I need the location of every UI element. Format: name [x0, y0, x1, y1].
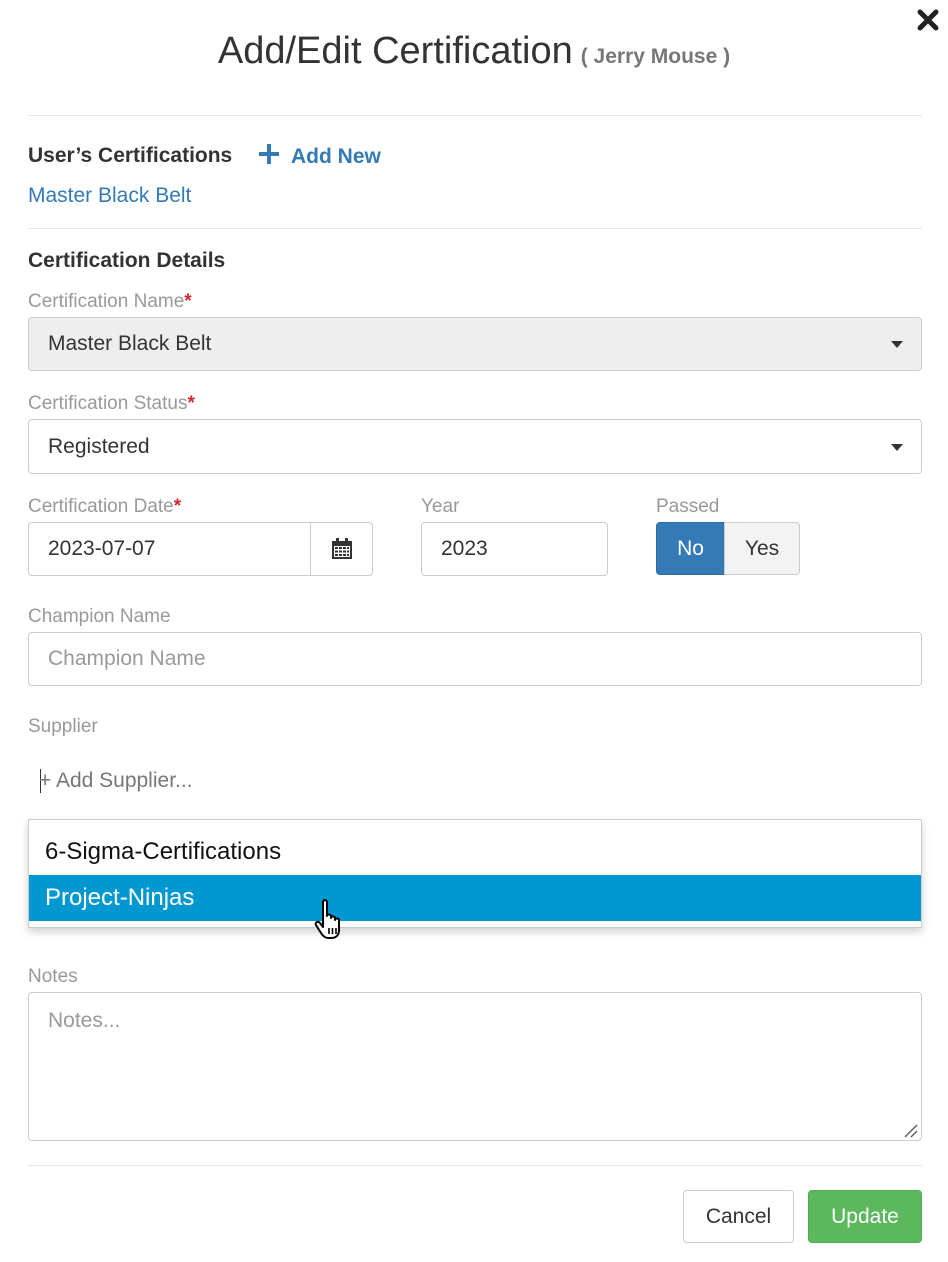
certification-details-heading: Certification Details: [28, 249, 226, 272]
hand-pointer-icon: [314, 898, 350, 942]
champion-name-input[interactable]: Champion Name: [28, 632, 922, 686]
certification-status-select[interactable]: Registered: [28, 419, 922, 474]
certification-name-value: Master Black Belt: [48, 332, 212, 355]
certification-status-label-text: Certification Status: [28, 393, 188, 414]
certification-link[interactable]: Master Black Belt: [28, 184, 191, 208]
caret-down-icon: [891, 443, 903, 451]
certification-date-label: Certification Date*: [28, 496, 181, 518]
certification-status-value: Registered: [48, 434, 150, 458]
required-marker: *: [184, 291, 192, 312]
certification-date-value: 2023-07-07: [48, 537, 156, 560]
caret-down-icon: [891, 341, 903, 348]
modal-title: Add/Edit Certification ( Jerry Mouse ): [0, 30, 948, 73]
users-certifications-heading: User’s Certifications: [28, 144, 233, 167]
modal-title-text: Add/Edit Certification: [217, 30, 573, 72]
plus-icon: [259, 144, 279, 164]
year-label: Year: [421, 496, 460, 517]
add-new-button[interactable]: Add New: [259, 144, 381, 169]
calendar-icon: [331, 538, 352, 559]
certification-name-label: Certification Name*: [28, 291, 192, 313]
calendar-button[interactable]: [310, 522, 373, 576]
divider: [28, 1165, 922, 1166]
modal-subtitle: ( Jerry Mouse ): [580, 45, 731, 68]
supplier-input[interactable]: + Add Supplier...: [39, 766, 193, 796]
required-marker: *: [173, 496, 182, 517]
divider: [28, 228, 922, 229]
champion-name-label: Champion Name: [28, 606, 171, 627]
passed-no-button[interactable]: No: [656, 522, 725, 575]
add-new-label: Add New: [291, 145, 381, 168]
passed-yes-button[interactable]: Yes: [724, 522, 800, 575]
notes-placeholder: Notes...: [48, 1009, 121, 1032]
notes-label: Notes: [28, 966, 78, 987]
required-marker: *: [187, 393, 195, 414]
supplier-dropdown: 6-Sigma-Certifications Project-Ninjas: [28, 819, 922, 928]
passed-label: Passed: [656, 496, 720, 517]
divider: [28, 115, 922, 116]
resize-handle-icon[interactable]: [902, 1122, 918, 1138]
certification-name-label-text: Certification Name: [28, 291, 185, 312]
supplier-option[interactable]: 6-Sigma-Certifications: [29, 829, 921, 875]
champion-name-placeholder: Champion Name: [48, 647, 206, 670]
notes-textarea[interactable]: Notes...: [28, 992, 922, 1141]
certification-name-select[interactable]: Master Black Belt: [28, 317, 922, 371]
year-input[interactable]: 2023: [421, 522, 608, 576]
supplier-option-highlighted[interactable]: Project-Ninjas: [29, 875, 921, 921]
supplier-label: Supplier: [28, 716, 98, 737]
certification-status-label: Certification Status*: [28, 393, 195, 415]
supplier-placeholder: + Add Supplier...: [39, 769, 193, 792]
certification-date-input[interactable]: 2023-07-07: [28, 522, 311, 576]
cancel-button[interactable]: Cancel: [683, 1190, 794, 1243]
certification-date-label-text: Certification Date: [28, 496, 174, 517]
year-value: 2023: [441, 537, 488, 560]
update-button[interactable]: Update: [808, 1190, 922, 1243]
